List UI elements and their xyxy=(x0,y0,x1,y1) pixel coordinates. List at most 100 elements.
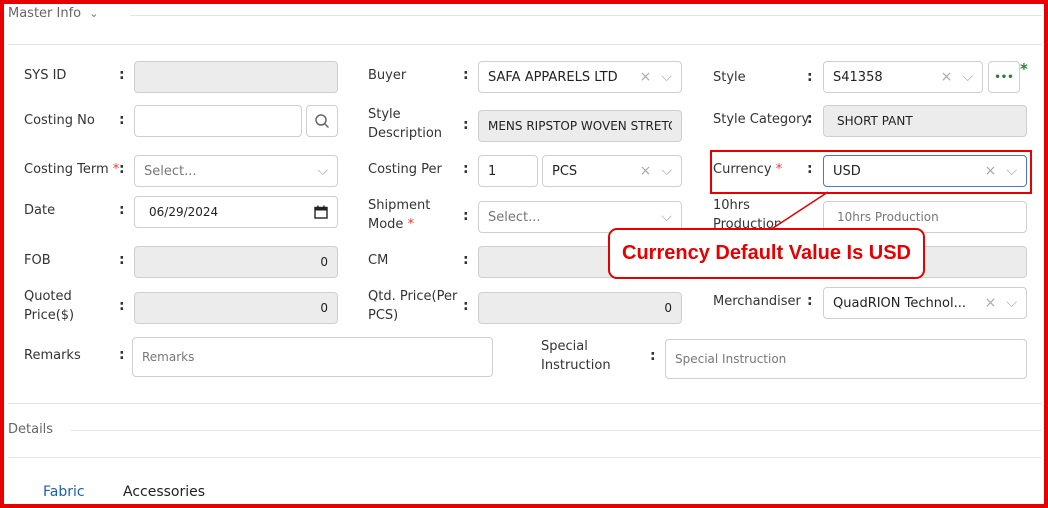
colon: : xyxy=(463,252,469,268)
chevron-down-icon: ⌄ xyxy=(89,7,99,20)
style-description-value: MENS RIPSTOP WOVEN STRETCH xyxy=(488,119,672,133)
date-label: Date xyxy=(24,203,56,218)
special-instruction-textarea[interactable]: Special Instruction xyxy=(665,339,1027,379)
costing-per-qty-input[interactable]: 1 xyxy=(478,155,538,187)
costing-search-button[interactable] xyxy=(306,105,338,137)
divider xyxy=(8,44,1042,45)
colon: : xyxy=(463,117,469,133)
master-info-toggle[interactable]: Master Info ⌄ xyxy=(8,6,99,21)
qtd-price-field[interactable]: 0 xyxy=(478,292,682,324)
style-description-label: Style Description xyxy=(368,105,442,143)
style-description-field[interactable]: MENS RIPSTOP WOVEN STRETCH xyxy=(478,110,682,142)
calendar-icon[interactable] xyxy=(314,205,328,219)
search-icon xyxy=(315,114,330,129)
costing-no-label: Costing No xyxy=(24,113,95,128)
currency-highlight-box xyxy=(710,150,1032,194)
qtd-price-label-line2: PCS) xyxy=(368,308,399,323)
chevron-down-icon[interactable]: ⌵ xyxy=(1006,295,1017,311)
style-select[interactable]: S41358 × ⌵ xyxy=(823,61,983,93)
costing-per-unit-select[interactable]: PCS × ⌵ xyxy=(542,155,682,187)
style-description-label-line2: Description xyxy=(368,126,443,141)
style-label: Style xyxy=(713,70,746,85)
shipment-mode-label-line2: Mode xyxy=(368,217,404,232)
costing-term-label-text: Costing Term xyxy=(24,162,109,177)
costing-term-label: Costing Term * xyxy=(24,160,119,179)
style-category-value: SHORT PANT xyxy=(837,114,913,128)
master-info-title: Master Info xyxy=(8,6,82,21)
quoted-price-label: Quoted Price($) xyxy=(24,287,74,325)
colon: : xyxy=(650,348,656,364)
merchandiser-value: QuadRION Technol... xyxy=(833,295,966,311)
colon: : xyxy=(119,67,125,83)
buyer-value: SAFA APPARELS LTD xyxy=(488,69,618,85)
costing-term-placeholder: Select... xyxy=(144,163,197,179)
date-input[interactable]: 06/29/2024 xyxy=(134,196,338,228)
costing-no-input[interactable] xyxy=(134,105,302,137)
style-category-field[interactable]: SHORT PANT xyxy=(823,105,1027,137)
style-value: S41358 xyxy=(833,69,883,85)
style-more-button[interactable]: ••• xyxy=(988,61,1020,93)
colon: : xyxy=(463,67,469,83)
merchandiser-select[interactable]: QuadRION Technol... × ⌵ xyxy=(823,287,1027,319)
fob-field[interactable]: 0 xyxy=(134,246,338,278)
quoted-price-label-line2: Price($) xyxy=(24,308,75,323)
divider xyxy=(8,457,1042,458)
divider xyxy=(70,430,1042,431)
details-title: Details xyxy=(8,422,54,437)
tab-accessories[interactable]: Accessories xyxy=(123,484,205,500)
clear-icon[interactable]: × xyxy=(941,69,953,85)
colon: : xyxy=(463,208,469,224)
costing-per-unit: PCS xyxy=(552,163,578,179)
production-10hrs-label-line1: 10hrs xyxy=(713,198,750,213)
shipment-mode-label-line1: Shipment xyxy=(368,198,431,213)
quoted-price-label-line1: Quoted xyxy=(24,289,72,304)
costing-per-qty: 1 xyxy=(488,163,497,179)
tab-fabric[interactable]: Fabric xyxy=(43,484,85,500)
remarks-textarea[interactable]: Remarks xyxy=(132,337,493,377)
fob-value: 0 xyxy=(320,255,328,269)
colon: : xyxy=(807,293,813,309)
required-marker: * xyxy=(407,217,415,232)
shipment-mode-label: Shipment Mode * xyxy=(368,196,430,234)
colon: : xyxy=(807,69,813,85)
clear-icon[interactable]: × xyxy=(640,69,652,85)
special-instruction-label-line1: Special xyxy=(541,339,588,354)
clear-icon[interactable]: × xyxy=(985,295,997,311)
chevron-down-icon[interactable]: ⌵ xyxy=(661,163,672,179)
cm-label: CM xyxy=(368,253,389,268)
qtd-price-label-line1: Qtd. Price(Per xyxy=(368,289,458,304)
style-category-label: Style Category xyxy=(713,112,810,127)
style-description-label-line1: Style xyxy=(368,107,401,122)
colon: : xyxy=(119,252,125,268)
remarks-label: Remarks xyxy=(24,348,81,363)
costing-per-label: Costing Per xyxy=(368,162,442,177)
colon: : xyxy=(119,298,125,314)
costing-term-select[interactable]: Select... ⌵ xyxy=(134,155,338,187)
colon: : xyxy=(119,202,125,218)
buyer-label: Buyer xyxy=(368,68,407,83)
shipment-mode-placeholder: Select... xyxy=(488,209,541,225)
date-value: 06/29/2024 xyxy=(149,205,219,219)
divider xyxy=(130,15,1042,16)
special-instruction-label: Special Instruction xyxy=(541,337,611,375)
special-instruction-label-line2: Instruction xyxy=(541,358,611,373)
buyer-select[interactable]: SAFA APPARELS LTD × ⌵ xyxy=(478,61,682,93)
style-required-marker: * xyxy=(1020,60,1028,78)
chevron-down-icon: ⌵ xyxy=(661,209,672,225)
more-dots-icon: ••• xyxy=(994,71,1014,83)
chevron-down-icon: ⌵ xyxy=(317,163,328,179)
colon: : xyxy=(463,161,469,177)
quoted-price-field[interactable]: 0 xyxy=(134,292,338,324)
colon: : xyxy=(463,298,469,314)
merchandiser-label: Merchandiser xyxy=(713,294,801,309)
divider xyxy=(8,403,1042,404)
remarks-placeholder: Remarks xyxy=(142,350,195,364)
colon: : xyxy=(119,161,125,177)
clear-icon[interactable]: × xyxy=(640,163,652,179)
chevron-down-icon[interactable]: ⌵ xyxy=(962,69,973,85)
currency-annotation-callout: Currency Default Value Is USD xyxy=(608,228,925,279)
colon: : xyxy=(807,111,813,127)
qtd-price-value: 0 xyxy=(664,301,672,315)
chevron-down-icon[interactable]: ⌵ xyxy=(661,69,672,85)
sys-id-field[interactable] xyxy=(134,61,338,93)
